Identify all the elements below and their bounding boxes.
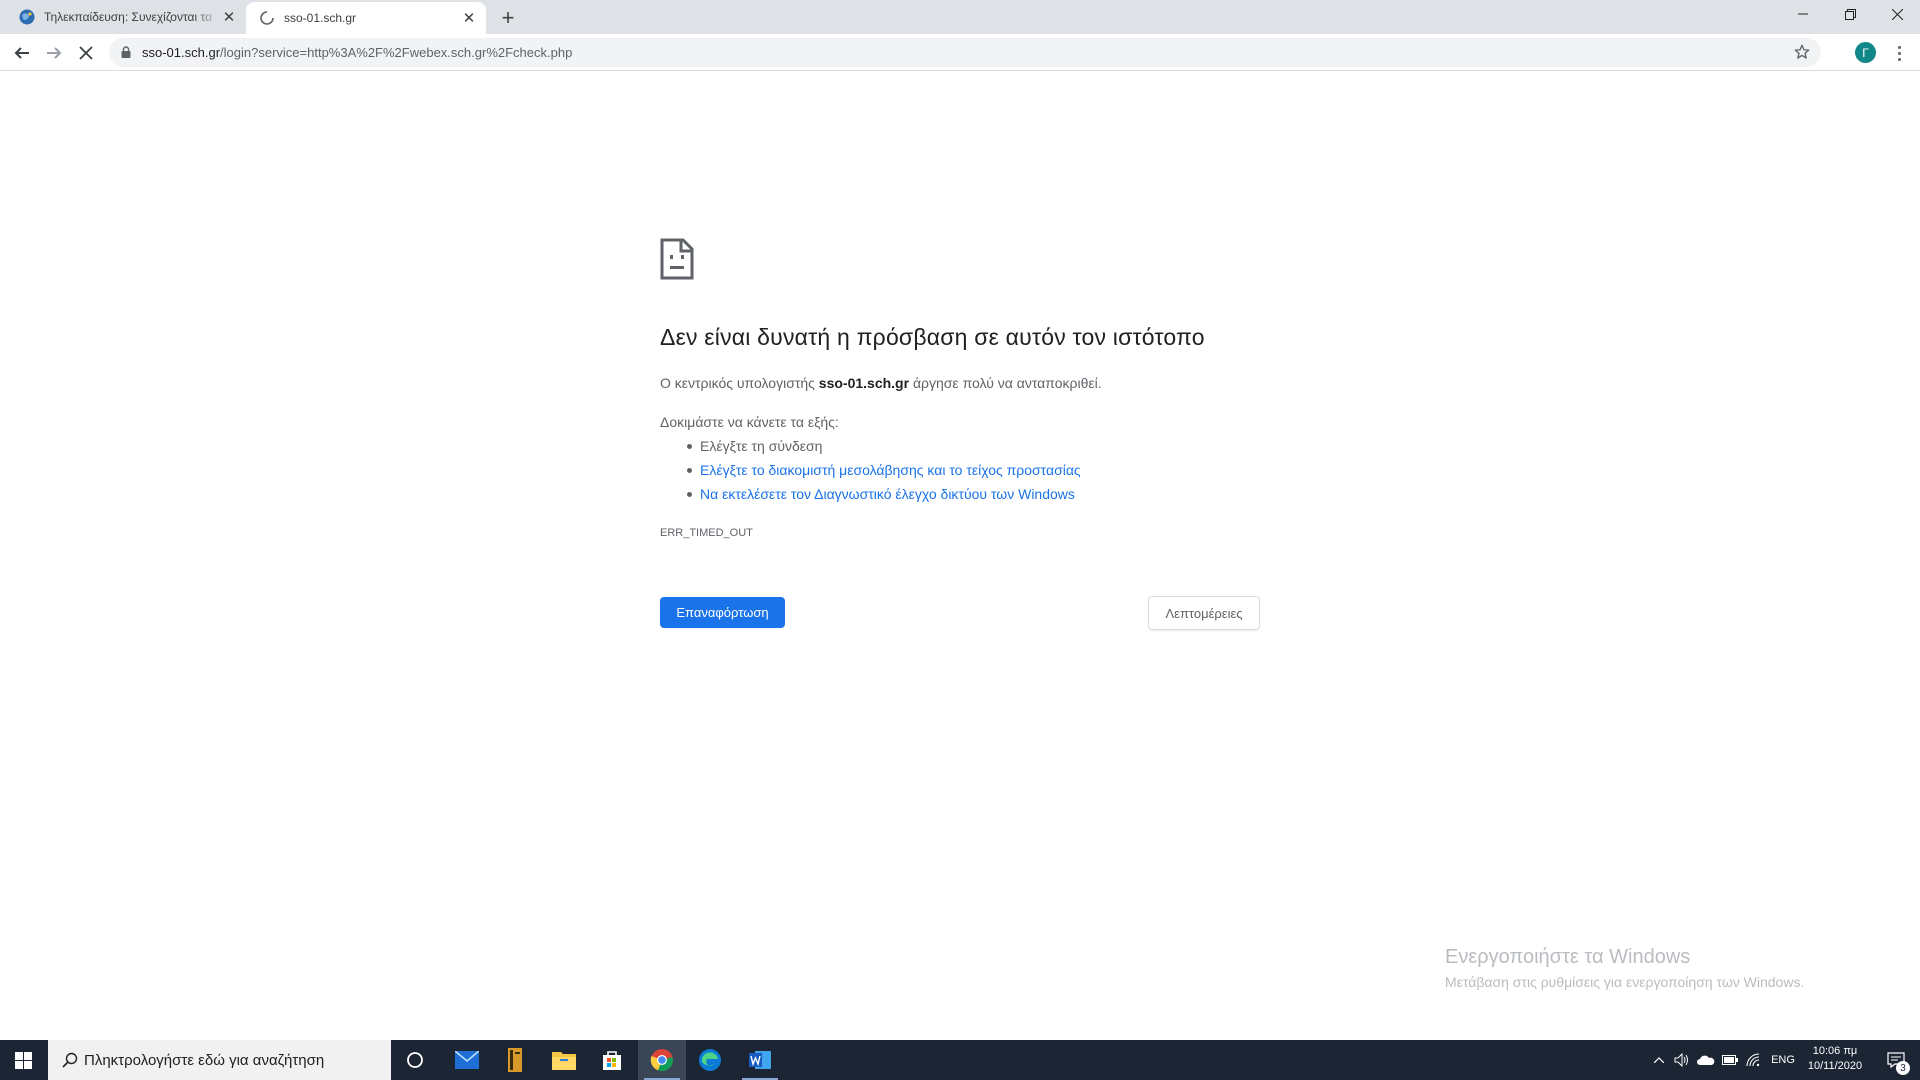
url-host: sso-01.sch.gr — [142, 45, 221, 60]
error-heading: Δεν είναι δυνατή η πρόσβαση σε αυτόν τον… — [660, 324, 1205, 350]
taskbar-search[interactable]: Πληκτρολογήστε εδώ για αναζήτηση — [48, 1040, 391, 1080]
show-hidden-icons-button[interactable] — [1648, 1040, 1670, 1080]
restore-button[interactable] — [1827, 0, 1873, 28]
address-bar[interactable]: sso-01.sch.gr/login?service=http%3A%2F%2… — [109, 38, 1821, 67]
minecraft-education-button[interactable] — [492, 1040, 540, 1080]
search-icon — [62, 1052, 78, 1068]
suggestion-link[interactable]: Ελέγξτε το διακομιστή μεσολάβησης και το… — [700, 462, 1081, 478]
onedrive-button[interactable] — [1694, 1040, 1718, 1080]
tab-strip: Τηλεκπαίδευση: Συνεχίζονται τα ✕ sso-01.… — [0, 0, 1920, 34]
windows-logo-icon — [14, 1051, 32, 1069]
minimize-button[interactable] — [1780, 0, 1826, 28]
stop-x-icon — [79, 46, 93, 60]
cloud-icon — [1697, 1055, 1715, 1065]
restore-icon — [1844, 8, 1856, 20]
url-path: /login?service=http%3A%2F%2Fwebex.sch.gr… — [220, 45, 573, 60]
summary-host: sso-01.sch.gr — [818, 375, 910, 391]
system-clock[interactable]: 10:06 πμ 10/11/2020 — [1800, 1044, 1870, 1074]
tab-title: sso-01.sch.gr — [284, 11, 357, 25]
profile-avatar[interactable]: Γ — [1855, 42, 1876, 63]
windows-taskbar: Πληκτρολογήστε εδώ για αναζήτηση ENG 10:… — [0, 1040, 1920, 1080]
start-button[interactable] — [0, 1040, 46, 1080]
clock-date: 10/11/2020 — [1807, 1060, 1863, 1072]
watermark-subtitle: Μετάβαση στις ρυθμίσεις για ενεργοποίηση… — [1445, 974, 1805, 990]
close-tab-icon[interactable]: ✕ — [220, 8, 238, 26]
suggestions-title: Δοκιμάστε να κάνετε τα εξής: — [660, 414, 839, 430]
notification-count-badge: 3 — [1896, 1061, 1910, 1075]
suggestions-list: Ελέγξτε τη σύνδεση Ελέγξτε το διακομιστή… — [687, 437, 1081, 509]
lock-icon — [121, 46, 131, 58]
clock-time: 10:06 πμ — [1812, 1045, 1858, 1057]
close-tab-icon[interactable]: ✕ — [460, 9, 478, 27]
back-arrow-icon — [14, 47, 29, 59]
site-globe-icon — [19, 9, 35, 25]
chrome-icon — [650, 1049, 673, 1072]
battery-icon — [1722, 1055, 1738, 1065]
browser-menu-icon[interactable] — [1890, 42, 1908, 64]
reload-button[interactable]: Επαναφόρτωση — [660, 597, 785, 628]
wifi-icon — [1746, 1053, 1760, 1067]
tab-tilekpaideusi[interactable]: Τηλεκπαίδευση: Συνεχίζονται τα ✕ — [0, 0, 246, 34]
tab-sso-active[interactable]: sso-01.sch.gr ✕ — [246, 2, 486, 34]
mail-app-button[interactable] — [443, 1040, 491, 1080]
speaker-icon — [1674, 1053, 1688, 1067]
volume-button[interactable] — [1670, 1040, 1694, 1080]
chevron-up-icon — [1654, 1057, 1664, 1063]
suggestion-check-connection: Ελέγξτε τη σύνδεση — [687, 437, 1081, 461]
book-app-icon — [508, 1048, 522, 1072]
word-icon — [749, 1051, 771, 1069]
input-language-button[interactable]: ENG — [1766, 1040, 1800, 1080]
battery-button[interactable] — [1718, 1040, 1742, 1080]
browser-toolbar: sso-01.sch.gr/login?service=http%3A%2F%2… — [0, 34, 1920, 71]
forward-button[interactable] — [40, 39, 68, 67]
cortana-button[interactable] — [391, 1040, 439, 1080]
suggestion-run-diagnostics-link[interactable]: Να εκτελέσετε τον Διαγνωστικό έλεγχο δικ… — [687, 485, 1081, 509]
microsoft-store-button[interactable] — [588, 1040, 636, 1080]
word-taskbar-button[interactable] — [736, 1040, 784, 1080]
tab-title: Τηλεκπαίδευση: Συνεχίζονται τα — [44, 10, 212, 24]
folder-icon — [552, 1052, 576, 1070]
chrome-taskbar-button[interactable] — [638, 1040, 686, 1080]
stop-loading-button[interactable] — [72, 39, 100, 67]
network-button[interactable] — [1742, 1040, 1766, 1080]
forward-arrow-icon — [47, 47, 62, 59]
loading-spinner-icon — [260, 11, 274, 25]
sad-document-icon — [660, 238, 694, 280]
details-button[interactable]: Λεπτομέρειες — [1148, 596, 1260, 630]
back-button[interactable] — [8, 39, 36, 67]
error-summary: Ο κεντρικός υπολογιστής sso-01.sch.gr άρ… — [660, 375, 1102, 391]
summary-prefix: Ο κεντρικός υπολογιστής — [660, 375, 819, 391]
suggestion-check-proxy-link[interactable]: Ελέγξτε το διακομιστή μεσολάβησης και το… — [687, 461, 1081, 485]
suggestion-link[interactable]: Να εκτελέσετε τον Διαγνωστικό έλεγχο δικ… — [700, 486, 1075, 502]
windows-activation-watermark: Ενεργοποιήστε τα Windows Μετάβαση στις ρ… — [1445, 946, 1804, 990]
cortana-circle-icon — [407, 1052, 423, 1068]
suggestion-text: Ελέγξτε τη σύνδεση — [700, 438, 823, 454]
watermark-title: Ενεργοποιήστε τα Windows — [1445, 946, 1691, 968]
action-center-button[interactable]: 3 — [1872, 1040, 1920, 1080]
edge-taskbar-button[interactable] — [686, 1040, 734, 1080]
error-code: ERR_TIMED_OUT — [660, 527, 753, 539]
store-bag-icon — [603, 1051, 621, 1070]
summary-suffix: άργησε πολύ να ανταποκριθεί. — [909, 375, 1102, 391]
new-tab-button[interactable]: + — [496, 5, 520, 30]
close-window-button[interactable] — [1874, 0, 1920, 28]
url-text: sso-01.sch.gr/login?service=http%3A%2F%2… — [142, 45, 572, 60]
file-explorer-button[interactable] — [540, 1040, 588, 1080]
search-placeholder: Πληκτρολογήστε εδώ για αναζήτηση — [84, 1051, 325, 1069]
edge-icon — [699, 1049, 721, 1071]
bookmark-star-icon[interactable] — [1793, 43, 1811, 61]
minimize-icon — [1798, 13, 1808, 15]
mail-icon — [455, 1051, 479, 1069]
close-icon — [1891, 8, 1903, 20]
